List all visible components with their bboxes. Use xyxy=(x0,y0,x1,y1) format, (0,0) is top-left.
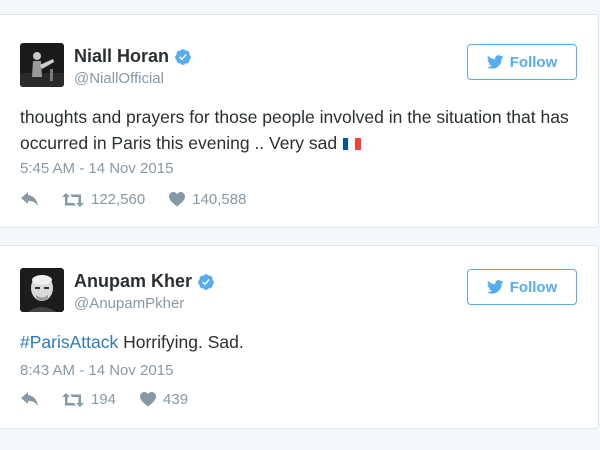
tweet-text: thoughts and prayers for those people in… xyxy=(20,104,580,156)
user-handle[interactable]: @AnupamPkher xyxy=(74,295,184,312)
tweet-actions: 194 439 xyxy=(20,391,188,408)
verified-icon xyxy=(175,48,191,65)
tweet-text: #ParisAttack Horrifying. Sad. xyxy=(20,329,580,355)
retweet-icon xyxy=(62,192,84,207)
heart-icon xyxy=(140,392,157,407)
twitter-bird-icon xyxy=(486,55,504,69)
display-name[interactable]: Niall Horan xyxy=(74,46,169,67)
tweet-text-body: Horrifying. Sad. xyxy=(118,332,244,352)
like-count: 140,588 xyxy=(192,191,247,208)
hashtag-link[interactable]: #ParisAttack xyxy=(20,332,118,352)
timestamp[interactable]: 8:43 AM - 14 Nov 2015 xyxy=(20,362,173,379)
avatar[interactable] xyxy=(20,268,64,312)
verified-icon xyxy=(198,273,214,290)
retweet-icon xyxy=(62,392,84,407)
display-name[interactable]: Anupam Kher xyxy=(74,271,192,292)
user-handle[interactable]: @NiallOfficial xyxy=(74,70,164,87)
follow-label: Follow xyxy=(509,53,558,71)
french-flag-icon xyxy=(343,137,362,151)
reply-icon xyxy=(21,191,38,206)
reply-button[interactable] xyxy=(20,191,40,208)
reply-button[interactable] xyxy=(20,391,40,408)
retweet-count: 194 xyxy=(91,391,117,408)
retweet-button[interactable]: 194 xyxy=(62,391,116,408)
timestamp[interactable]: 5:45 AM - 14 Nov 2015 xyxy=(20,160,173,177)
tweet-card: Niall Horan @NiallOfficial Follow though… xyxy=(0,14,599,228)
avatar[interactable] xyxy=(20,43,64,87)
heart-icon xyxy=(169,192,186,207)
retweet-button[interactable]: 122,560 xyxy=(62,191,145,208)
follow-button[interactable]: Follow xyxy=(467,269,577,305)
tweet-card: Anupam Kher @AnupamPkher Follow #ParisAt… xyxy=(0,245,599,429)
reply-icon xyxy=(21,391,38,406)
follow-button[interactable]: Follow xyxy=(467,44,577,80)
like-button[interactable]: 439 xyxy=(140,391,188,408)
twitter-bird-icon xyxy=(486,280,504,294)
like-count: 439 xyxy=(163,391,189,408)
like-button[interactable]: 140,588 xyxy=(169,191,246,208)
tweet-text-body: thoughts and prayers for those people in… xyxy=(20,107,569,153)
follow-label: Follow xyxy=(509,278,558,296)
retweet-count: 122,560 xyxy=(91,191,146,208)
tweet-actions: 122,560 140,588 xyxy=(20,191,246,208)
